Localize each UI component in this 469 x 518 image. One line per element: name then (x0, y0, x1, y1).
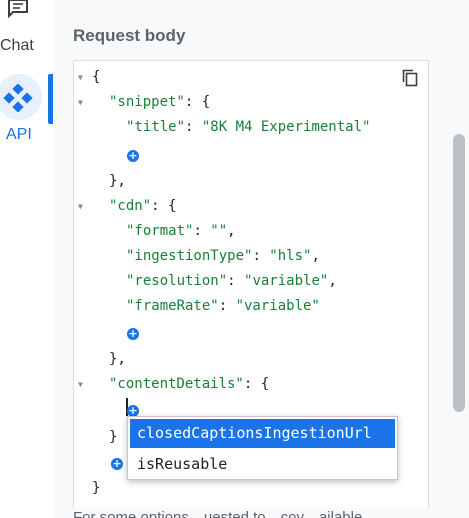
api-diamond-icon[interactable] (3, 84, 33, 112)
vertical-scrollbar[interactable] (453, 134, 465, 412)
code-line: "resolution": "variable", (126, 273, 337, 289)
rail-item-chat-label[interactable]: Chat (0, 37, 34, 55)
fold-toggle-icon[interactable]: ▼ (78, 90, 86, 115)
code-line: "title": "8K M4 Experimental" (126, 119, 371, 135)
code-line: "contentDetails": { (109, 376, 270, 392)
add-property-button[interactable]: + (127, 150, 139, 162)
code-line: "snippet": { (109, 94, 211, 110)
autocomplete-dropdown: closedCaptionsIngestionUrl isReusable (127, 416, 398, 480)
add-property-button[interactable]: + (127, 328, 139, 340)
code-line: }, (109, 351, 126, 367)
autocomplete-option[interactable]: closedCaptionsIngestionUrl (130, 419, 395, 448)
code-line: "ingestionType": "hls", (126, 248, 320, 264)
fold-toggle-icon[interactable]: ▼ (78, 194, 86, 219)
add-property-button[interactable]: + (111, 458, 123, 470)
code-line: "frameRate": "variable" (126, 298, 320, 314)
fold-toggle-icon[interactable]: ▼ (78, 372, 86, 397)
help-text: For some options…uested to…cov…ailable… (73, 509, 378, 518)
rail-item-api-label[interactable]: API (6, 126, 32, 144)
code-line: }, (109, 173, 126, 189)
fold-toggle-icon[interactable]: ▼ (78, 65, 86, 90)
code-line: } (109, 429, 118, 445)
autocomplete-option[interactable]: isReusable (130, 450, 395, 479)
code-line: { (92, 69, 101, 85)
code-line: "format": "", (126, 223, 236, 239)
copy-icon[interactable] (402, 69, 418, 87)
section-title: Request body (73, 26, 186, 45)
chat-bubble-icon[interactable] (7, 0, 29, 18)
navigation-rail: Chat API (0, 0, 53, 518)
code-line: "cdn": { (109, 198, 177, 214)
code-line: } (92, 480, 101, 496)
